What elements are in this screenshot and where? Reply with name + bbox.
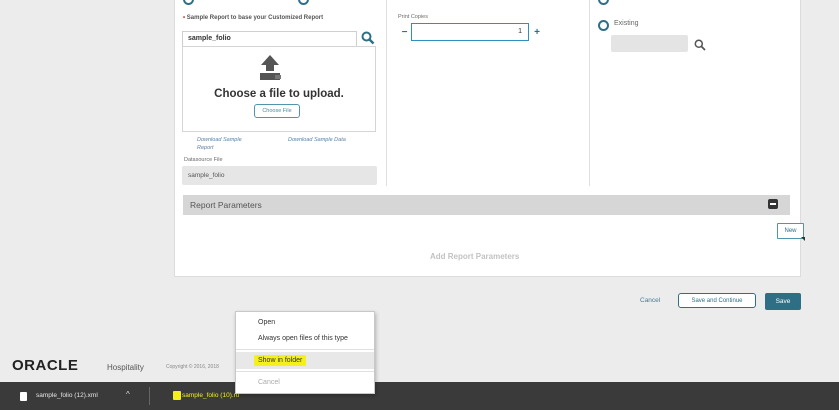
download-separator (149, 387, 150, 405)
menu-divider (236, 349, 374, 350)
report-parameters-title: Report Parameters (190, 200, 262, 210)
download-item-1[interactable]: sample_folio (12).xml ^ (8, 389, 138, 403)
menu-item-cancel[interactable]: Cancel (236, 374, 374, 391)
print-copies-decrement[interactable]: − (398, 24, 411, 41)
upload-heading: Choose a file to upload. (214, 88, 344, 100)
download-sample-data-link[interactable]: Download Sample Data (288, 136, 348, 144)
chevron-up-icon[interactable]: ^ (126, 390, 130, 399)
existing-radio[interactable] (598, 20, 609, 31)
report-parameters-header (183, 195, 790, 215)
document-icon (173, 391, 181, 400)
collapse-icon[interactable] (768, 199, 778, 209)
menu-item-show-in-folder[interactable]: Show in folder (236, 352, 374, 369)
save-button[interactable]: Save (765, 293, 801, 310)
file-icon (20, 392, 27, 401)
template-input-value: sample_folio (188, 35, 231, 42)
plus-glyph: + (534, 27, 540, 38)
choose-file-button[interactable]: Choose File (254, 104, 300, 118)
print-copies-increment[interactable]: + (531, 24, 543, 41)
oracle-logo: ORACLE (12, 357, 79, 374)
add-report-parameters-text: Add Report Parameters (430, 252, 520, 261)
save-and-continue-button[interactable]: Save and Continue (678, 293, 756, 308)
hospitality-label: Hospitality (107, 363, 144, 372)
existing-search-icon[interactable] (694, 38, 706, 51)
menu-item-always-open[interactable]: Always open files of this type (236, 330, 374, 347)
template-field-label: • Sample Report to base your Customized … (183, 15, 324, 21)
new-parameter-button[interactable]: New (777, 223, 804, 239)
cancel-link[interactable]: Cancel (640, 297, 660, 304)
tooltip-pointer (801, 237, 805, 241)
show-in-folder-label: Show in folder (254, 355, 307, 366)
template-search-icon[interactable] (361, 31, 375, 45)
menu-divider (236, 371, 374, 372)
print-copies-label: Print Copies (398, 14, 428, 20)
print-copies-input[interactable]: 1 (411, 23, 529, 41)
context-menu: Open Always open files of this type Show… (235, 311, 375, 394)
print-copies-value: 1 (518, 28, 522, 35)
menu-item-open[interactable]: Open (236, 314, 374, 331)
download-item-2-name: sample_folio (10).rtf (182, 392, 240, 399)
existing-field[interactable] (611, 35, 688, 52)
template-input[interactable]: sample_folio (182, 31, 357, 47)
download-sample-report-link[interactable]: Download Sample Report (197, 136, 249, 152)
column-divider-1 (386, 0, 387, 186)
datasource-file-field: sample_folio (182, 166, 377, 185)
download-item-1-name: sample_folio (12).xml (36, 392, 98, 399)
datasource-file-label: Datasource File (184, 157, 223, 163)
upload-icon (257, 54, 283, 82)
copyright-text: Copyright © 2016, 2018 (166, 364, 219, 370)
datasource-file-value: sample_folio (188, 172, 225, 179)
minus-glyph: − (401, 27, 408, 38)
column-divider-2 (589, 0, 590, 186)
existing-label: Existing (614, 20, 639, 27)
